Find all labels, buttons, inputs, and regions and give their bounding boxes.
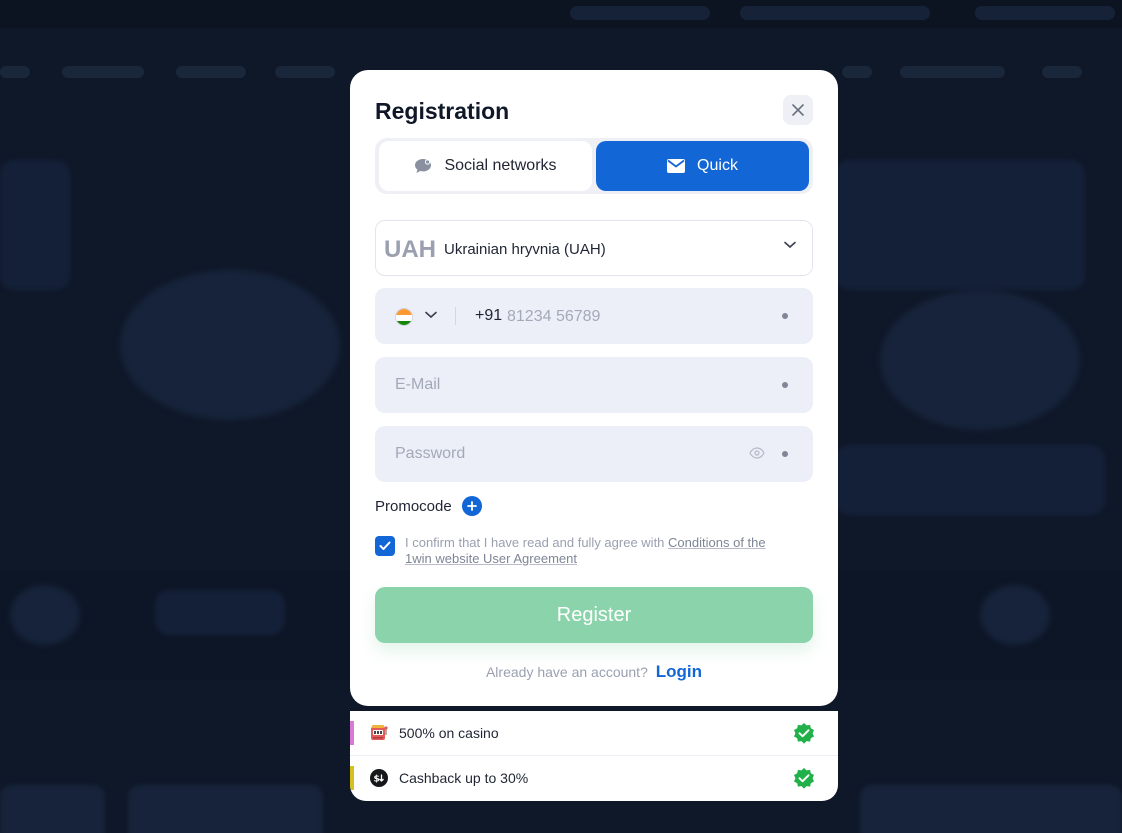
password-input[interactable]	[395, 443, 735, 465]
password-field	[375, 426, 813, 482]
agreement-checkbox[interactable]	[375, 536, 395, 556]
currency-select[interactable]: UAH Ukrainian hryvnia (UAH)	[375, 220, 813, 276]
required-dot	[782, 451, 788, 457]
register-button[interactable]: Register	[375, 587, 813, 643]
eye-icon[interactable]	[749, 447, 765, 459]
bonus-item: 500% on casino	[350, 711, 838, 756]
currency-code: UAH	[384, 236, 436, 263]
plus-icon[interactable]	[461, 496, 482, 516]
chat-bubble-icon	[415, 159, 432, 173]
tab-quick[interactable]: Quick	[596, 141, 809, 191]
close-icon	[792, 104, 804, 116]
agreement-statement: I confirm that I have read and fully agr…	[405, 535, 665, 550]
cashback-icon: $	[370, 769, 388, 787]
svg-text:$: $	[373, 775, 379, 785]
promocode-toggle[interactable]: Promocode	[375, 496, 482, 516]
bonus-accent-bar	[350, 721, 354, 745]
close-button[interactable]	[783, 95, 813, 125]
currency-name: Ukrainian hryvnia (UAH)	[444, 241, 606, 258]
modal-title: Registration	[375, 98, 510, 124]
bonus-label: Cashback up to 30%	[399, 770, 529, 786]
verified-check-icon	[794, 723, 814, 744]
phone-input[interactable]	[507, 306, 757, 328]
tab-quick-label: Quick	[697, 157, 738, 174]
chevron-down-icon	[784, 241, 796, 249]
required-dot	[782, 313, 788, 319]
bonus-label: 500% on casino	[399, 725, 499, 741]
slot-machine-icon	[371, 725, 388, 740]
phone-field: +91	[375, 288, 813, 344]
agreement-text: I confirm that I have read and fully agr…	[405, 535, 795, 567]
checkmark-icon	[379, 541, 391, 550]
email-input[interactable]	[395, 374, 735, 396]
login-link[interactable]: Login	[656, 662, 702, 681]
bonus-accent-bar	[350, 766, 354, 790]
promocode-label: Promocode	[375, 497, 452, 515]
country-chevron-down-icon[interactable]	[425, 311, 437, 319]
bg-top-bar	[0, 0, 1122, 28]
phone-dial-code: +91	[475, 307, 503, 324]
required-dot	[782, 382, 788, 388]
registration-tabs: Social networks Quick	[375, 138, 813, 194]
login-prompt-row: Already have an account? Login	[350, 662, 838, 682]
tab-social-networks[interactable]: Social networks	[379, 141, 592, 191]
tab-social-label: Social networks	[444, 157, 557, 174]
phone-divider	[455, 307, 456, 325]
verified-check-icon	[794, 768, 814, 789]
login-prompt: Already have an account?	[485, 664, 648, 680]
registration-modal: Registration Social networks Quick UAH U…	[350, 70, 838, 706]
india-flag-icon[interactable]	[395, 308, 413, 326]
bonuses-panel: 500% on casino $ Cashback up to 30%	[350, 711, 838, 801]
bonus-item: $ Cashback up to 30%	[350, 756, 838, 801]
envelope-icon	[667, 159, 686, 173]
email-field	[375, 357, 813, 413]
